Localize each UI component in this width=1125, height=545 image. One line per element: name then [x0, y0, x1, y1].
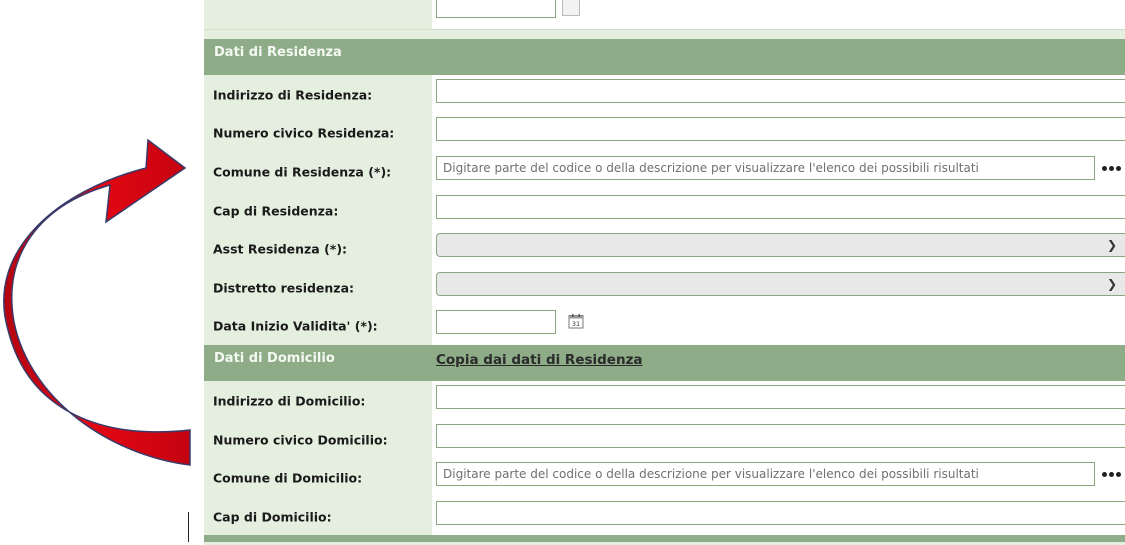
civico-residenza-input[interactable] [436, 117, 1125, 141]
row-asst-residenza: Asst Residenza (*): ❯ [204, 229, 1125, 269]
chevron-down-icon: ❯ [1106, 238, 1117, 252]
row-civico-residenza: Numero civico Residenza: [204, 113, 1125, 153]
indirizzo-domicilio-input[interactable] [436, 385, 1125, 409]
section-title-residenza: Dati di Residenza [214, 45, 342, 60]
label-cap-residenza: Cap di Residenza: [213, 203, 339, 218]
asst-residenza-select[interactable]: ❯ [436, 233, 1125, 257]
row-comune-residenza: Comune di Residenza (*): [204, 152, 1125, 192]
label-indirizzo-residenza: Indirizzo di Residenza: [213, 87, 373, 102]
ellipsis-icon[interactable] [1097, 158, 1125, 178]
section-header-residenza: Dati di Residenza [204, 39, 1125, 75]
calendar-icon[interactable]: 31 [568, 313, 584, 329]
label-distretto-residenza: Distretto residenza: [213, 280, 355, 295]
ellipsis-icon[interactable] [1097, 464, 1125, 484]
label-cap-domicilio: Cap di Domicilio: [213, 509, 332, 524]
row-distretto-residenza: Distretto residenza: ❯ [204, 268, 1125, 308]
section-title-domicilio: Dati di Domicilio [214, 351, 335, 366]
curved-arrow-icon [3, 138, 191, 466]
calendar-icon[interactable] [562, 0, 580, 16]
label-civico-residenza: Numero civico Residenza: [213, 125, 395, 140]
civico-domicilio-input[interactable] [436, 424, 1125, 448]
row-indirizzo-residenza: Indirizzo di Residenza: [204, 75, 1125, 115]
label-data-inizio-validita: Data Inizio Validita' (*): [213, 318, 378, 333]
distretto-residenza-select[interactable]: ❯ [436, 272, 1125, 296]
text-cursor [188, 512, 189, 542]
section-header-domicilio: Dati di Domicilio Copia dai dati di Resi… [204, 345, 1125, 381]
row-cap-residenza: Cap di Residenza: [204, 191, 1125, 231]
label-comune-domicilio: Comune di Domicilio: [213, 470, 363, 485]
row-comune-domicilio: Comune di Domicilio: [204, 458, 1125, 498]
cap-domicilio-input[interactable] [436, 501, 1125, 525]
indirizzo-residenza-input[interactable] [436, 79, 1125, 103]
label-civico-domicilio: Numero civico Domicilio: [213, 432, 388, 447]
row-data-inizio-validita: Data Inizio Validita' (*): 31 [204, 306, 1125, 346]
data-inizio-validita-input[interactable] [436, 310, 556, 334]
comune-residenza-input[interactable] [436, 156, 1095, 180]
row-indirizzo-domicilio: Indirizzo di Domicilio: [204, 381, 1125, 421]
copy-from-residenza-link[interactable]: Copia dai dati di Residenza [436, 352, 643, 368]
comune-domicilio-input[interactable] [436, 462, 1095, 486]
chevron-down-icon: ❯ [1106, 277, 1117, 291]
label-comune-residenza: Comune di Residenza (*): [213, 164, 392, 179]
cap-residenza-input[interactable] [436, 195, 1125, 219]
svg-text:31: 31 [572, 320, 580, 328]
previous-row [204, 0, 1125, 30]
section-divider [204, 535, 1125, 542]
previous-date-input[interactable] [436, 0, 556, 18]
label-indirizzo-domicilio: Indirizzo di Domicilio: [213, 393, 366, 408]
row-civico-domicilio: Numero civico Domicilio: [204, 420, 1125, 460]
label-asst-residenza: Asst Residenza (*): [213, 241, 348, 256]
row-cap-domicilio: Cap di Domicilio: [204, 497, 1125, 537]
anagrafica-form: Dati di Residenza Indirizzo di Residenza… [204, 0, 1125, 545]
